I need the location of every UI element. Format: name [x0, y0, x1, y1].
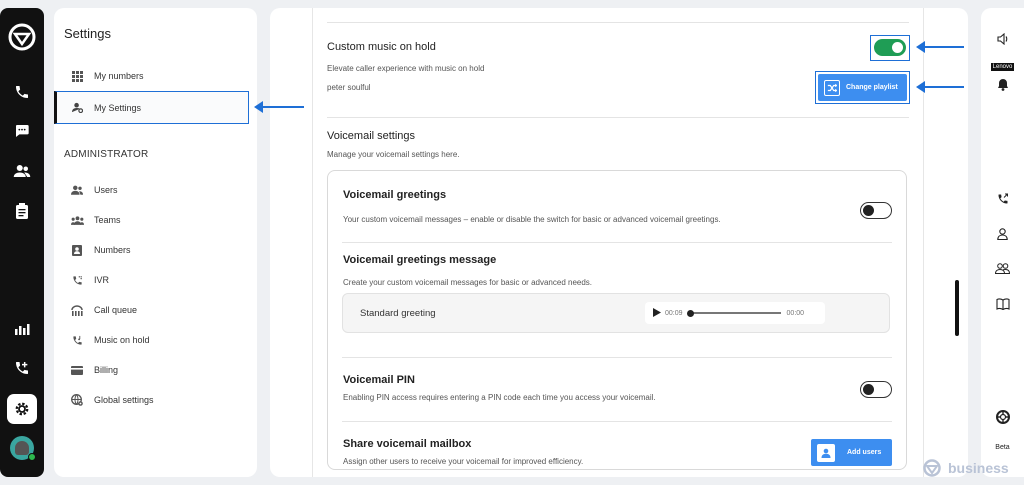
left-rail	[0, 8, 44, 477]
nav-item-ivr[interactable]: IVR	[54, 265, 257, 295]
watermark-logo-icon	[923, 459, 941, 477]
help-lifebuoy-icon[interactable]	[981, 410, 1024, 429]
chat-icon[interactable]	[0, 123, 44, 144]
playlist-name: peter soulful	[327, 83, 371, 92]
divider	[327, 22, 909, 23]
play-icon[interactable]	[653, 307, 661, 319]
phone-menu-icon	[70, 275, 84, 286]
contacts-icon[interactable]	[0, 163, 44, 184]
nav-item-music-on-hold[interactable]: Music on hold	[54, 325, 257, 355]
settings-nav: Settings My numbers My Settings ADMINIST…	[54, 8, 257, 477]
annotation-arrow	[916, 81, 964, 93]
book-icon[interactable]	[981, 297, 1024, 315]
nav-item-users[interactable]: Users	[54, 175, 257, 205]
contact-card-icon	[70, 244, 84, 256]
change-playlist-button[interactable]: Change playlist	[818, 74, 907, 101]
nav-item-label: Music on hold	[94, 335, 150, 345]
share-mailbox-description: Assign other users to receive your voice…	[343, 457, 584, 466]
user-icon	[817, 443, 835, 462]
grid-icon	[70, 70, 84, 82]
nav-item-label: Numbers	[94, 245, 131, 255]
watermark-text: business	[948, 460, 1009, 476]
phone-music-icon	[70, 335, 84, 346]
voicemail-box: Voicemail greetings Your custom voicemai…	[327, 170, 907, 470]
shuffle-icon	[824, 79, 840, 96]
annotation-arrow	[254, 101, 304, 113]
nav-item-label: Billing	[94, 365, 119, 375]
settings-gear-icon[interactable]	[0, 394, 44, 424]
users-icon	[70, 185, 84, 195]
nav-item-label: Teams	[94, 215, 121, 225]
administrator-heading: ADMINISTRATOR	[64, 149, 149, 160]
person-icon[interactable]	[981, 227, 1024, 245]
voicemail-pin-title: Voicemail PIN	[343, 374, 415, 386]
divider	[342, 421, 892, 422]
nav-item-label: My Settings	[94, 102, 142, 113]
music-on-hold-description: Elevate caller experience with music on …	[327, 64, 485, 73]
watermark: business	[922, 459, 1009, 477]
nav-item-label: Call queue	[94, 305, 138, 315]
analytics-icon[interactable]	[0, 321, 44, 340]
app-logo-icon[interactable]	[0, 22, 44, 57]
nav-item-label: My numbers	[94, 71, 144, 81]
standard-greeting-row: Standard greeting 00:09 00:00	[342, 293, 890, 333]
bell-icon[interactable]	[981, 78, 1024, 96]
add-users-label: Add users	[847, 449, 882, 456]
nav-item-call-queue[interactable]: Call queue	[54, 295, 257, 325]
share-mailbox-title: Share voicemail mailbox	[343, 438, 472, 450]
nav-item-my-numbers[interactable]: My numbers	[54, 61, 257, 91]
globe-gear-icon	[70, 394, 84, 406]
music-on-hold-toggle[interactable]	[874, 39, 906, 56]
progress-track[interactable]	[686, 309, 781, 317]
total-time: 00:00	[786, 309, 805, 317]
greeting-label: Standard greeting	[360, 308, 436, 319]
voicemail-greetings-title: Voicemail greetings	[343, 189, 447, 201]
settings-content: Custom music on hold Elevate caller expe…	[312, 8, 924, 477]
voicemail-message-description: Create your custom voicemail messages fo…	[343, 278, 593, 287]
notes-icon[interactable]	[0, 203, 44, 224]
voicemail-settings-title: Voicemail settings	[327, 130, 416, 142]
add-call-icon[interactable]	[0, 360, 44, 381]
queue-icon	[70, 304, 84, 316]
speaker-icon[interactable]	[981, 32, 1024, 50]
audio-player[interactable]: 00:09 00:00	[645, 302, 825, 324]
teams-icon	[70, 215, 84, 225]
avatar[interactable]	[0, 436, 44, 461]
call-transfer-icon[interactable]	[981, 192, 1024, 210]
nav-item-my-settings[interactable]: My Settings	[54, 91, 249, 124]
nav-item-numbers[interactable]: Numbers	[54, 235, 257, 265]
lenovo-logo: Lenovo	[990, 63, 1015, 71]
user-settings-icon	[70, 102, 84, 113]
phone-icon[interactable]	[0, 84, 44, 105]
nav-item-label: Global settings	[94, 395, 154, 405]
group-icon[interactable]	[981, 261, 1024, 279]
nav-item-billing[interactable]: Billing	[54, 355, 257, 385]
divider	[342, 242, 892, 243]
progress-thumb[interactable]	[686, 309, 694, 317]
divider	[327, 117, 909, 118]
annotation-arrow	[916, 41, 964, 53]
settings-title: Settings	[64, 26, 111, 41]
add-users-button[interactable]: Add users	[811, 439, 892, 466]
voicemail-pin-toggle[interactable]	[860, 381, 892, 398]
nav-item-teams[interactable]: Teams	[54, 205, 257, 235]
voicemail-greetings-toggle[interactable]	[860, 202, 892, 219]
nav-item-global-settings[interactable]: Global settings	[54, 385, 257, 415]
voicemail-greetings-description: Your custom voicemail messages – enable …	[343, 215, 721, 224]
nav-item-label: IVR	[94, 275, 110, 285]
change-playlist-label: Change playlist	[846, 84, 898, 91]
music-on-hold-title: Custom music on hold	[327, 41, 436, 53]
voicemail-pin-description: Enabling PIN access requires entering a …	[343, 393, 656, 402]
divider	[342, 357, 892, 358]
voicemail-message-title: Voicemail greetings message	[343, 254, 497, 266]
credit-card-icon	[70, 365, 84, 375]
beta-label: Beta	[995, 444, 1010, 451]
voicemail-settings-description: Manage your voicemail settings here.	[327, 150, 460, 159]
main-panel: Custom music on hold Elevate caller expe…	[270, 8, 968, 477]
nav-item-label: Users	[94, 185, 118, 195]
right-toolbar: Lenovo Beta	[981, 8, 1024, 477]
scrollbar-thumb[interactable]	[955, 280, 959, 336]
current-time: 00:09	[665, 309, 683, 317]
